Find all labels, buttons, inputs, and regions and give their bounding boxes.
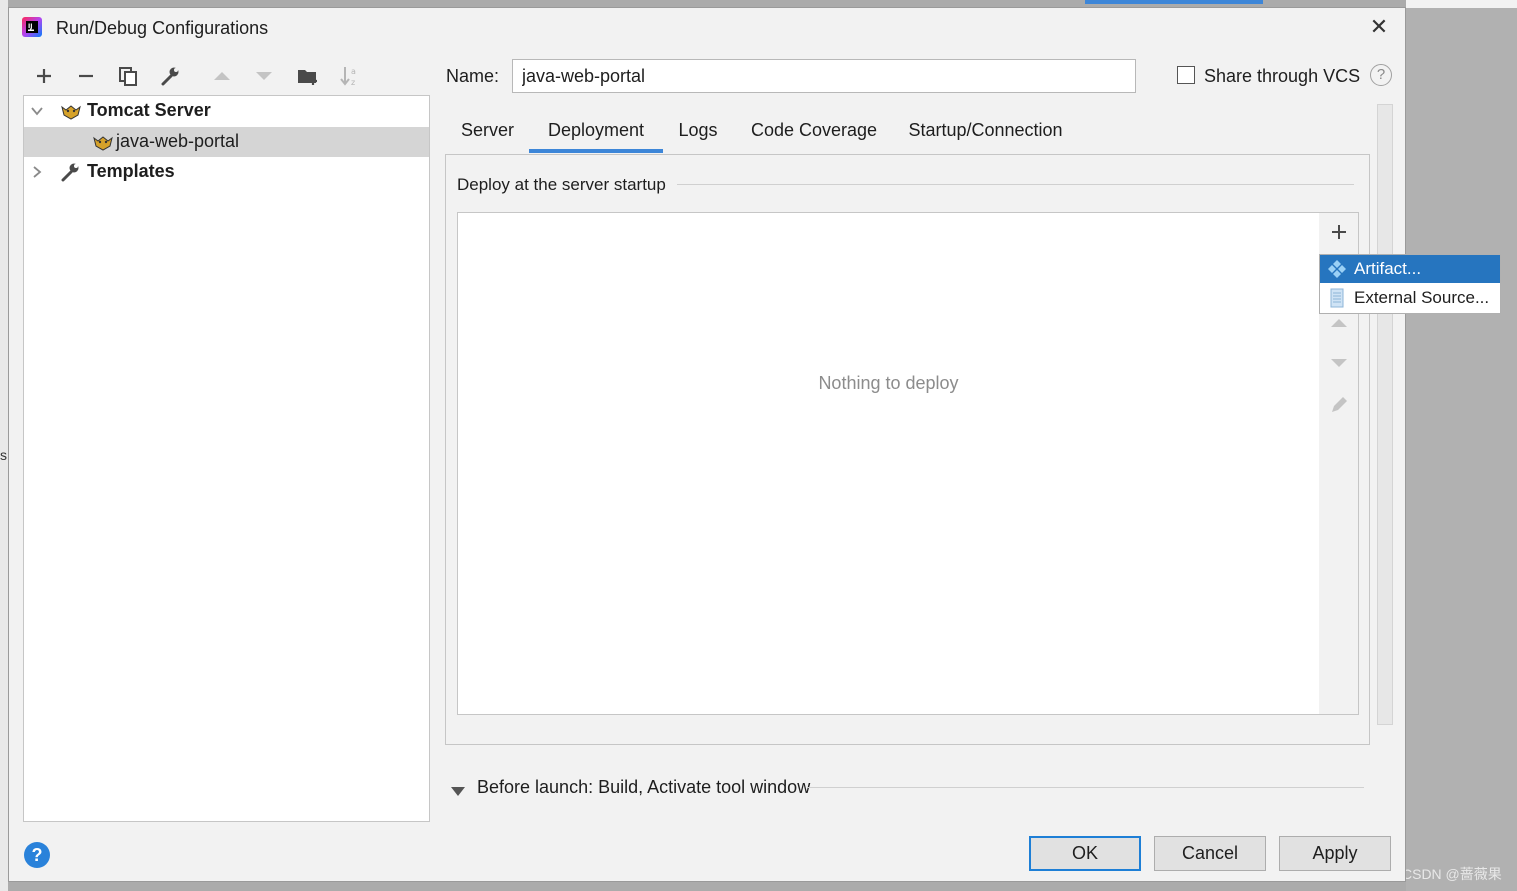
tree-label-tomcat-server: Tomcat Server — [87, 100, 211, 120]
artifact-icon — [1327, 259, 1347, 279]
edit-templates-button[interactable] — [157, 63, 183, 89]
tomcat-icon — [92, 132, 114, 152]
external-source-icon — [1327, 288, 1347, 308]
watermark: CSDN @蔷薇果 — [1402, 866, 1502, 882]
name-input[interactable] — [512, 59, 1136, 93]
tree-label-java-web-portal: java-web-portal — [116, 131, 240, 151]
move-up-icon — [213, 67, 231, 85]
chevron-down-icon[interactable] — [30, 104, 44, 118]
chevron-right-icon[interactable] — [30, 165, 44, 179]
background-edge-text: s — [0, 447, 7, 463]
move-down-icon — [1330, 354, 1348, 377]
share-vcs-checkbox[interactable] — [1177, 66, 1195, 84]
name-label: Name: — [446, 66, 500, 86]
help-button[interactable]: ? — [24, 842, 50, 868]
move-down-deploy-button[interactable] — [1327, 353, 1351, 377]
before-launch-divider — [807, 787, 1364, 788]
add-icon — [35, 67, 53, 85]
svg-text:IJ: IJ — [28, 23, 32, 30]
menu-item-external-source[interactable]: External Source... — [1320, 284, 1500, 312]
sort-icon: az — [339, 65, 361, 87]
close-icon: ✕ — [1369, 14, 1389, 39]
tab-startup-connection[interactable]: Startup/Connection — [898, 111, 1073, 153]
move-down-button[interactable] — [251, 63, 277, 89]
move-up-icon — [1330, 314, 1348, 337]
add-deploy-popup-menu: Artifact... External Source... — [1319, 254, 1501, 314]
close-button[interactable]: ✕ — [1366, 14, 1392, 40]
wrench-icon — [160, 66, 180, 86]
before-launch-label[interactable]: Before launch: Build, Activate tool wind… — [477, 777, 819, 798]
run-debug-dialog: IJ Run/Debug Configurations ✕ az Tomcat … — [8, 7, 1501, 882]
add-deploy-button[interactable] — [1327, 222, 1351, 246]
help-circle-icon[interactable]: ? — [1370, 64, 1392, 86]
pencil-icon — [1329, 395, 1349, 420]
sort-button[interactable]: az — [337, 63, 363, 89]
menu-label-artifact: Artifact... — [1354, 259, 1422, 278]
tree-label-templates: Templates — [87, 161, 175, 181]
empty-state-text: Nothing to deploy — [818, 373, 959, 393]
wrench-icon — [60, 162, 82, 182]
tab-logs[interactable]: Logs — [663, 111, 733, 153]
new-folder-button[interactable] — [295, 63, 321, 89]
vertical-scrollbar[interactable] — [1377, 104, 1393, 725]
deploy-section-title: Deploy at the server startup — [457, 175, 674, 195]
tab-deployment[interactable]: Deployment — [529, 111, 663, 153]
collapse-triangle-icon[interactable] — [451, 784, 465, 796]
add-button[interactable] — [31, 63, 57, 89]
move-up-button[interactable] — [209, 63, 235, 89]
background-right-top — [1406, 0, 1517, 8]
edit-deploy-button[interactable] — [1327, 395, 1351, 419]
background-left-edge — [0, 0, 8, 891]
move-up-deploy-button[interactable] — [1327, 313, 1351, 337]
menu-item-artifact[interactable]: Artifact... — [1320, 255, 1500, 283]
ok-button[interactable]: OK — [1029, 836, 1141, 871]
tree-item-tomcat-server[interactable]: Tomcat Server — [24, 96, 429, 126]
move-down-icon — [255, 67, 273, 85]
tab-server[interactable]: Server — [446, 111, 529, 153]
add-icon — [1330, 223, 1348, 246]
section-divider — [677, 184, 1354, 185]
svg-text:z: z — [351, 78, 355, 87]
remove-icon — [77, 67, 95, 85]
deploy-list[interactable]: Nothing to deploy — [457, 212, 1320, 715]
tree-item-java-web-portal[interactable]: java-web-portal — [24, 127, 429, 157]
intellij-app-icon: IJ — [22, 17, 42, 37]
tab-code-coverage[interactable]: Code Coverage — [742, 111, 886, 153]
tomcat-icon — [60, 101, 82, 121]
remove-button[interactable] — [73, 63, 99, 89]
new-folder-icon — [297, 66, 319, 86]
svg-text:a: a — [351, 67, 356, 76]
apply-button[interactable]: Apply — [1279, 836, 1391, 871]
tree-item-templates[interactable]: Templates — [24, 157, 429, 187]
copy-icon — [118, 66, 138, 86]
copy-button[interactable] — [115, 63, 141, 89]
window-title: Run/Debug Configurations — [56, 18, 269, 38]
configuration-tree: Tomcat Server java-web-portal Templates — [23, 95, 430, 822]
background-right-area — [1406, 0, 1517, 891]
share-vcs-label[interactable]: Share through VCS — [1204, 66, 1360, 87]
background-top-accent — [1085, 0, 1263, 4]
menu-label-external-source: External Source... — [1354, 288, 1490, 307]
cancel-button[interactable]: Cancel — [1154, 836, 1266, 871]
